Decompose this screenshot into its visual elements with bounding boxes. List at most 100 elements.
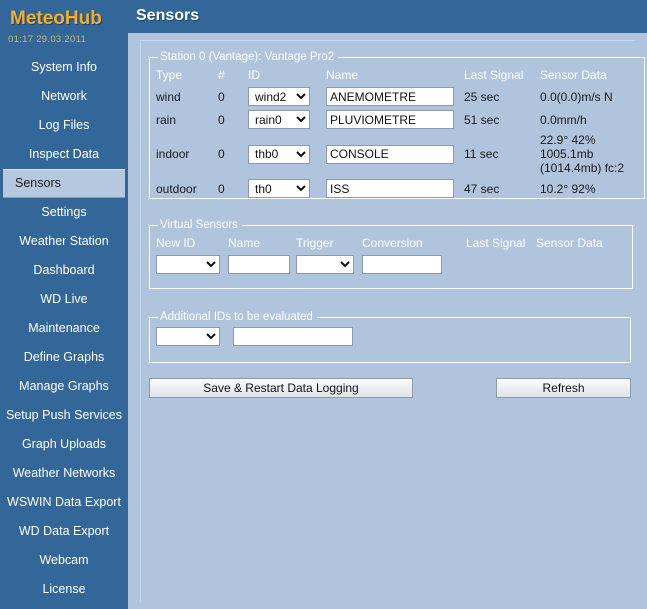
table-row: indoor 0 thb0 11 sec 22.9° 42 [156, 131, 638, 177]
sidebar-item-wd-data-export[interactable]: WD Data Export [0, 517, 128, 546]
table-row: rain 0 rain0 51 sec 0.0mm/h [156, 108, 638, 131]
virtual-trigger-select[interactable] [296, 255, 354, 274]
sidebar-item-graph-uploads[interactable]: Graph Uploads [0, 430, 128, 459]
column-header-vs-name: Name [228, 236, 261, 250]
cell-vs-name [228, 253, 296, 276]
column-header-num: # [218, 68, 225, 82]
column-header-new-id: New ID [156, 236, 196, 250]
cell-name [326, 177, 464, 200]
cell-type: wind [156, 89, 181, 104]
sidebar-item-wswin-data-export[interactable]: WSWIN Data Export [0, 488, 128, 517]
cell-num: 0 [218, 147, 225, 161]
sensor-name-input[interactable] [326, 110, 454, 129]
sidebar-item-weather-networks[interactable]: Weather Networks [0, 459, 128, 488]
additional-id-input[interactable] [233, 327, 354, 346]
cell-id: thb0 [248, 131, 326, 177]
sidebar-item-maintenance[interactable]: Maintenance [0, 314, 128, 343]
virtual-new-id-select[interactable] [156, 255, 220, 274]
sensor-id-select[interactable]: wind2 [248, 87, 310, 106]
cell-num: 0 [218, 112, 225, 127]
cell-id: wind2 [248, 85, 326, 108]
sidebar-item-setup-push-services[interactable]: Setup Push Services [0, 401, 128, 430]
cell-last-signal: 51 sec [464, 112, 500, 127]
sensor-name-input[interactable] [326, 87, 454, 106]
sidebar-item-network[interactable]: Network [0, 82, 128, 111]
sidebar-item-weather-station[interactable]: Weather Station [0, 227, 128, 256]
content-panel: Station 0 (Vantage): Vantage Pro2 Type #… [140, 40, 645, 602]
sidebar-item-webcam[interactable]: Webcam [0, 546, 128, 575]
sensor-name-input[interactable] [326, 144, 454, 164]
column-header-type: Type [156, 68, 183, 82]
sidebar-item-license[interactable]: License [0, 575, 128, 604]
sensor-id-select[interactable]: th0 [248, 179, 310, 198]
virtual-sensors-section: Virtual Sensors New ID Name Trigger Conv… [149, 219, 633, 289]
sidebar-item-define-graphs[interactable]: Define Graphs [0, 343, 128, 372]
sidebar-item-system-info[interactable]: System Info [0, 53, 128, 82]
virtual-sensors-table: New ID Name Trigger Conversion Last Sign… [156, 235, 626, 276]
cell-vs-sensor-data [536, 253, 626, 276]
save-button[interactable]: Save & Restart Data Logging [149, 378, 413, 398]
cell-vs-last-signal [466, 253, 536, 276]
sidebar: MeteoHub 01:17 29.03.2011 System Info Ne… [0, 0, 128, 609]
cell-new-id [156, 253, 228, 276]
content-area: Station 0 (Vantage): Vantage Pro2 Type #… [128, 33, 647, 609]
sidebar-clock: 01:17 29.03.2011 [8, 34, 87, 45]
additional-ids-legend: Additional IDs to be evaluated [160, 311, 313, 323]
page-title: Sensors [136, 7, 200, 24]
column-header-id: ID [248, 68, 260, 82]
cell-num: 0 [218, 89, 225, 104]
virtual-sensor-row [156, 253, 626, 276]
station-legend: Station 0 (Vantage): Vantage Pro2 [160, 51, 335, 63]
cell-type: indoor [156, 147, 190, 161]
virtual-sensors-table-header: New ID Name Trigger Conversion Last Sign… [156, 235, 626, 253]
refresh-button[interactable]: Refresh [496, 378, 631, 398]
sidebar-item-wd-live[interactable]: WD Live [0, 285, 128, 314]
sidebar-item-inspect-data[interactable]: Inspect Data [0, 140, 128, 169]
sensor-id-select[interactable]: rain0 [248, 110, 310, 129]
table-row: wind 0 wind2 25 sec 0.0(0.0)m [156, 85, 638, 108]
column-header-vs-sensor-data: Sensor Data [536, 236, 603, 250]
cell-name [326, 131, 464, 177]
column-header-name: Name [326, 68, 359, 82]
sensor-id-select[interactable]: thb0 [248, 144, 310, 164]
cell-id: rain0 [248, 108, 326, 131]
sensor-name-input[interactable] [326, 179, 454, 198]
sensors-table: Type # ID Name Last Signal Sensor Data w… [156, 67, 638, 200]
form-actions: Save & Restart Data Logging Refresh [149, 378, 631, 398]
cell-sensor-data: 0.0(0.0)m/s N [540, 89, 613, 104]
sidebar-item-log-files[interactable]: Log Files [0, 111, 128, 140]
column-header-conversion: Conversion [362, 236, 423, 250]
sidebar-nav: System Info Network Log Files Inspect Da… [0, 51, 128, 604]
cell-sensor-data: 0.0mm/h [540, 112, 587, 127]
cell-name [326, 85, 464, 108]
cell-type: outdoor [156, 181, 197, 196]
page-header: Sensors [128, 0, 647, 33]
virtual-name-input[interactable] [228, 255, 290, 274]
column-header-sensor-data: Sensor Data [540, 68, 607, 82]
additional-ids-section: Additional IDs to be evaluated [149, 311, 631, 363]
app-logo: MeteoHub [10, 8, 102, 29]
cell-trigger [296, 253, 362, 276]
meteohub-page: MeteoHub 01:17 29.03.2011 System Info Ne… [0, 0, 647, 609]
virtual-conversion-input[interactable] [362, 255, 442, 274]
cell-num: 0 [218, 181, 225, 196]
virtual-sensors-legend: Virtual Sensors [160, 219, 238, 231]
sidebar-item-settings[interactable]: Settings [0, 198, 128, 227]
additional-id-select[interactable] [156, 327, 220, 346]
cell-name [326, 108, 464, 131]
column-header-trigger: Trigger [296, 236, 334, 250]
column-header-vs-last-signal: Last Signal [466, 236, 526, 250]
sidebar-item-sensors[interactable]: Sensors [3, 169, 125, 198]
cell-type: rain [156, 112, 177, 127]
sidebar-item-manage-graphs[interactable]: Manage Graphs [0, 372, 128, 401]
cell-conversion [362, 253, 466, 276]
cell-last-signal: 11 sec [464, 147, 499, 161]
cell-last-signal: 47 sec [464, 181, 500, 196]
cell-last-signal: 25 sec [464, 89, 500, 104]
sensors-table-header: Type # ID Name Last Signal Sensor Data [156, 67, 638, 85]
station-section: Station 0 (Vantage): Vantage Pro2 Type #… [149, 51, 645, 199]
cell-sensor-data: 10.2° 92% [540, 181, 596, 196]
column-header-last-signal: Last Signal [464, 68, 524, 82]
sidebar-item-dashboard[interactable]: Dashboard [0, 256, 128, 285]
table-row: outdoor 0 th0 47 sec 10.2° 92 [156, 177, 638, 200]
